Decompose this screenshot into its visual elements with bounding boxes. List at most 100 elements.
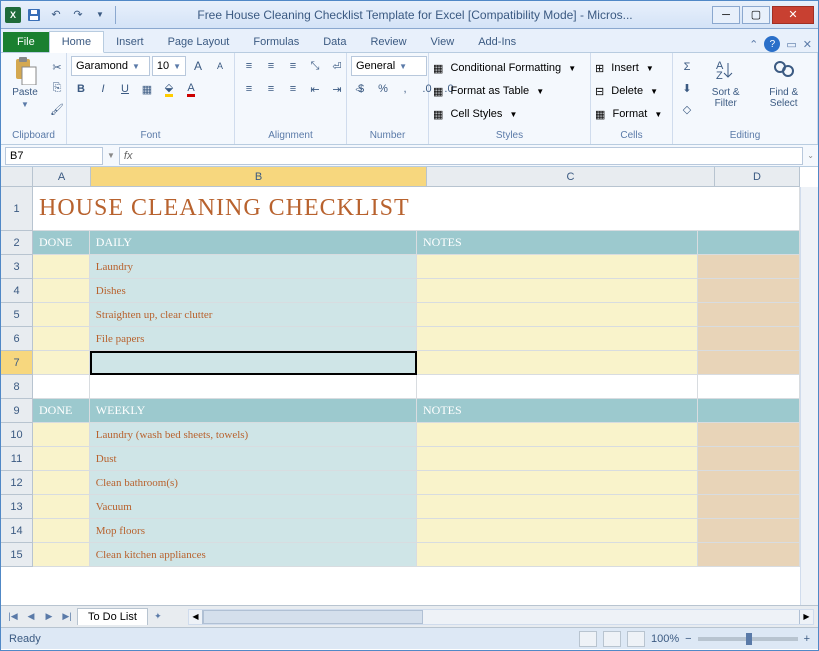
cell[interactable] [33,375,90,399]
zoom-slider[interactable] [698,637,798,641]
zoom-out-icon[interactable]: − [685,633,691,645]
help-icon[interactable]: ? [764,36,780,52]
align-center-icon[interactable]: ≡ [261,79,281,99]
fill-color-icon[interactable]: ⬙ [159,79,179,99]
row-header[interactable]: 6 [1,327,33,351]
zoom-thumb[interactable] [746,633,752,645]
increase-indent-icon[interactable]: ⇥ [327,79,347,99]
sheet-tab[interactable]: To Do List [77,608,148,625]
currency-icon[interactable]: $ [351,79,371,99]
tab-view[interactable]: View [419,32,467,52]
cell-image[interactable] [698,543,801,567]
insert-cells-button[interactable]: ⊞ Insert ▼ [595,57,662,79]
row-header[interactable]: 3 [1,255,33,279]
page-layout-view-icon[interactable] [603,631,621,647]
cell[interactable] [33,543,90,567]
underline-button[interactable]: U [115,79,135,99]
cell[interactable]: DONE [33,399,90,423]
bold-button[interactable]: B [71,79,91,99]
align-left-icon[interactable]: ≡ [239,79,259,99]
select-all-button[interactable] [1,167,33,187]
cell-image[interactable] [698,495,801,519]
format-painter-icon[interactable]: 🖌 [47,99,67,119]
cell-title[interactable]: HOUSE CLEANING CHECKLIST [33,187,800,231]
format-cells-button[interactable]: ▦ Format ▼ [595,103,662,125]
tab-addins[interactable]: Add-Ins [466,32,528,52]
cell[interactable] [417,519,698,543]
cell[interactable]: Clean kitchen appliances [90,543,417,567]
cell-styles-button[interactable]: ▦ Cell Styles ▼ [433,103,576,125]
font-color-icon[interactable]: A [181,79,201,99]
comma-icon[interactable]: , [395,79,415,99]
row-header[interactable]: 10 [1,423,33,447]
format-as-table-button[interactable]: ▦ Format as Table ▼ [433,80,576,102]
worksheet-grid[interactable]: A B C D 1 2 3 4 5 6 7 8 9 10 11 12 13 14… [1,167,818,605]
cell-image[interactable] [698,447,801,471]
col-header-a[interactable]: A [33,167,91,187]
cell[interactable] [417,303,698,327]
cell[interactable]: Straighten up, clear clutter [90,303,417,327]
page-break-view-icon[interactable] [627,631,645,647]
cell[interactable] [33,519,90,543]
row-header[interactable]: 15 [1,543,33,567]
tab-nav-last-icon[interactable]: ▶| [59,609,75,625]
cell[interactable]: File papers [90,327,417,351]
row-header[interactable]: 14 [1,519,33,543]
cell[interactable]: Dishes [90,279,417,303]
tab-nav-prev-icon[interactable]: ◀ [23,609,39,625]
col-header-b[interactable]: B [91,167,427,187]
align-top-icon[interactable]: ≡ [239,56,259,76]
cell[interactable] [33,495,90,519]
close-button[interactable]: ✕ [772,6,814,24]
expand-formula-icon[interactable]: ⌄ [807,151,814,160]
cell[interactable]: Laundry [90,255,417,279]
delete-cells-button[interactable]: ⊟ Delete ▼ [595,80,662,102]
cell[interactable] [417,375,698,399]
window-close-icon[interactable]: ✕ [803,38,812,51]
scroll-thumb[interactable] [203,610,423,624]
minimize-ribbon-icon[interactable]: ⌃ [749,38,758,51]
row-header[interactable]: 9 [1,399,33,423]
cell[interactable] [417,279,698,303]
cell-image[interactable] [698,279,801,303]
redo-icon[interactable]: ↷ [69,6,87,24]
fill-icon[interactable]: ⬇ [677,78,697,98]
normal-view-icon[interactable] [579,631,597,647]
cell[interactable] [33,327,90,351]
cell-image[interactable] [698,471,801,495]
cell[interactable]: Laundry (wash bed sheets, towels) [90,423,417,447]
maximize-button[interactable]: ▢ [742,6,770,24]
cell-image[interactable] [698,303,801,327]
clear-icon[interactable]: ◇ [677,99,697,119]
row-header[interactable]: 7 [1,351,33,375]
cell[interactable]: NOTES [417,399,698,423]
tab-formulas[interactable]: Formulas [241,32,311,52]
cell-image[interactable] [698,255,801,279]
find-select-button[interactable]: Find & Select [754,55,813,111]
tab-nav-first-icon[interactable]: |◀ [5,609,21,625]
tab-nav-next-icon[interactable]: ▶ [41,609,57,625]
cell[interactable]: Clean bathroom(s) [90,471,417,495]
cell[interactable] [698,399,801,423]
tab-home[interactable]: Home [49,31,104,53]
cell[interactable] [33,255,90,279]
cell[interactable]: WEEKLY [90,399,417,423]
zoom-level[interactable]: 100% [651,633,679,645]
percent-icon[interactable]: % [373,79,393,99]
cell[interactable] [417,495,698,519]
cell[interactable] [417,447,698,471]
cut-icon[interactable]: ✂ [47,57,67,77]
border-icon[interactable]: ▦ [137,79,157,99]
scroll-right-icon[interactable]: ▶ [799,610,813,624]
cell-selected[interactable] [90,351,417,375]
namebox-dropdown-icon[interactable]: ▼ [107,151,115,160]
align-middle-icon[interactable]: ≡ [261,56,281,76]
cell[interactable] [417,255,698,279]
undo-icon[interactable]: ↶ [47,6,65,24]
row-header[interactable]: 2 [1,231,33,255]
cell[interactable] [90,375,417,399]
horizontal-scrollbar[interactable]: ◀ ▶ [188,609,814,625]
tab-file[interactable]: File [3,32,49,52]
vertical-scrollbar[interactable] [800,187,818,605]
cell[interactable]: Mop floors [90,519,417,543]
